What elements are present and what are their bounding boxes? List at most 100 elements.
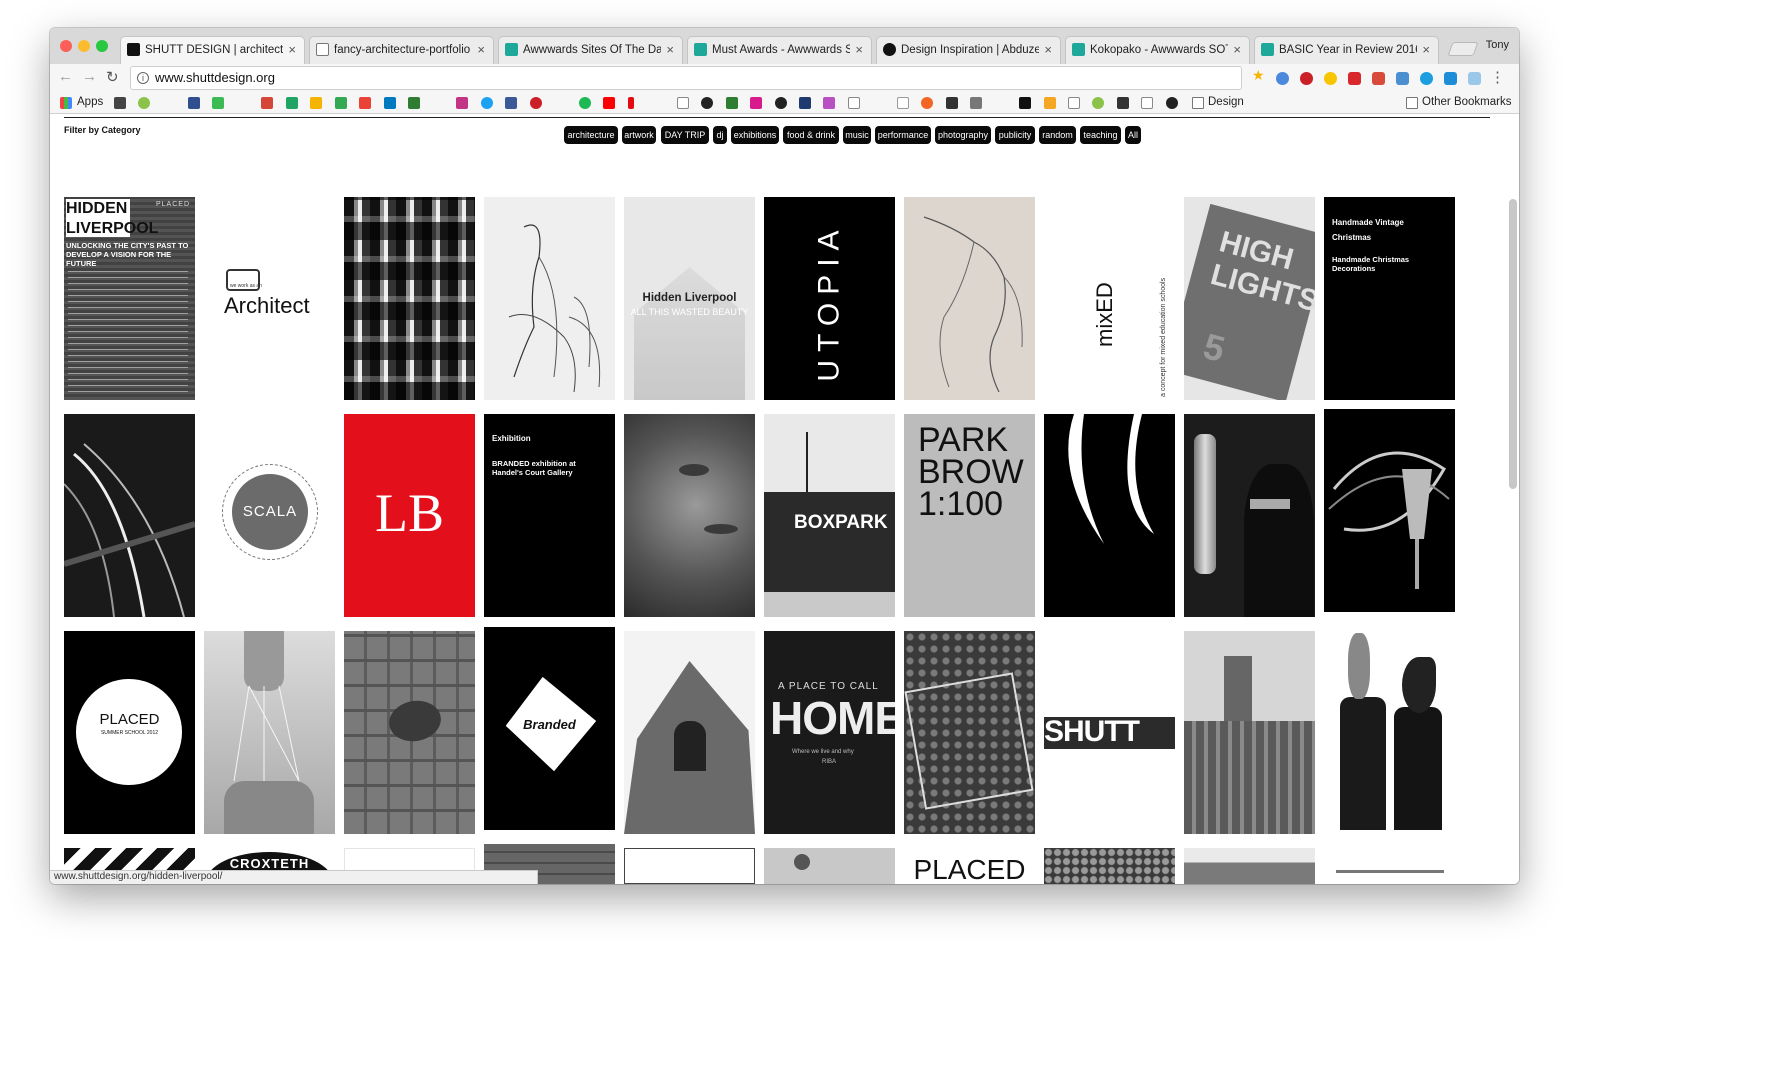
- bookmark-icon[interactable]: [799, 97, 811, 109]
- facebook-icon[interactable]: [505, 97, 517, 109]
- bookmark-icon[interactable]: [946, 97, 958, 109]
- pin-icon[interactable]: [359, 97, 371, 109]
- profile-name[interactable]: Tony: [1486, 39, 1509, 51]
- minimize-window-button[interactable]: [78, 40, 90, 52]
- category-chip-all[interactable]: All: [1125, 126, 1141, 144]
- spotify-icon[interactable]: [579, 97, 591, 109]
- browser-tab-7[interactable]: BASIC Year in Review 2016 ×: [1254, 36, 1439, 64]
- document-icon[interactable]: [677, 97, 689, 109]
- category-chip-music[interactable]: music: [843, 126, 871, 144]
- portfolio-tile-champagne[interactable]: [1324, 409, 1455, 612]
- browser-menu-icon[interactable]: ⋮: [1490, 68, 1505, 86]
- category-chip-teaching[interactable]: teaching: [1080, 126, 1121, 144]
- portfolio-tile-stone-face[interactable]: [624, 414, 755, 617]
- page-scrollbar[interactable]: [1509, 199, 1517, 489]
- portfolio-tile-masked-figure[interactable]: [1184, 414, 1315, 617]
- bookmark-icon[interactable]: [921, 97, 933, 109]
- portfolio-tile-highlights[interactable]: HIGH LIGHTS 5: [1184, 197, 1315, 400]
- portfolio-tile-park-brow[interactable]: PARK BROW 1:100: [904, 414, 1035, 617]
- portfolio-tile-christmas[interactable]: Handmade Vintage Christmas Handmade Chri…: [1324, 197, 1455, 400]
- m-ext-icon[interactable]: [1444, 72, 1457, 85]
- portfolio-tile-liver-building[interactable]: [1184, 631, 1315, 834]
- bookmark-icon[interactable]: [188, 97, 200, 109]
- close-tab-icon[interactable]: ×: [1044, 37, 1052, 63]
- document-icon[interactable]: [1141, 97, 1153, 109]
- instagram-icon[interactable]: [456, 97, 468, 109]
- portfolio-tile-building-window[interactable]: [344, 631, 475, 834]
- css-viewer-ext-icon[interactable]: [1396, 72, 1409, 85]
- category-chip-dj[interactable]: dj: [713, 126, 727, 144]
- back-arrow-icon[interactable]: ←: [58, 68, 73, 85]
- close-tab-icon[interactable]: ×: [1422, 37, 1430, 63]
- adblock-ext-icon[interactable]: [1348, 72, 1361, 85]
- google-photos-icon[interactable]: [310, 97, 322, 109]
- netflix-icon[interactable]: [628, 97, 634, 109]
- document-icon[interactable]: [848, 97, 860, 109]
- portfolio-tile-exhibition[interactable]: Exhibition BRANDED exhibition at Handel'…: [484, 414, 615, 617]
- browser-tab-5[interactable]: Design Inspiration | Abduzee ×: [876, 36, 1061, 64]
- amazon-icon[interactable]: [897, 97, 909, 109]
- portfolio-tile-light-trails[interactable]: [64, 414, 195, 617]
- portfolio-tile-placed-text[interactable]: PLACED: [904, 848, 1035, 884]
- close-tab-icon[interactable]: ×: [855, 37, 863, 63]
- download-ext-icon[interactable]: [1276, 72, 1289, 85]
- portfolio-tile-figure-drawing[interactable]: [904, 197, 1035, 400]
- bookmark-icon[interactable]: [970, 97, 982, 109]
- portfolio-tile-cafe-photo[interactable]: [764, 848, 895, 884]
- close-window-button[interactable]: [60, 40, 72, 52]
- portfolio-tile-landscape[interactable]: [1184, 848, 1315, 884]
- github-icon[interactable]: [775, 97, 787, 109]
- bookmark-icon[interactable]: [1092, 97, 1104, 109]
- portfolio-tile-old-church[interactable]: [624, 631, 755, 834]
- youtube-icon[interactable]: [603, 97, 615, 109]
- category-chip-performance[interactable]: performance: [875, 126, 931, 144]
- portfolio-tile-gravel[interactable]: [1044, 848, 1175, 884]
- bookmark-icon[interactable]: [138, 97, 150, 109]
- apps-grid-icon[interactable]: [60, 97, 72, 109]
- portfolio-tile-curves[interactable]: [1044, 414, 1175, 617]
- trello-icon[interactable]: [384, 97, 396, 109]
- portfolio-tile-sketch-figure[interactable]: [484, 197, 615, 400]
- github-icon[interactable]: [701, 97, 713, 109]
- close-tab-icon[interactable]: ×: [1233, 37, 1241, 63]
- pinterest-icon[interactable]: [530, 97, 542, 109]
- browser-tab-4[interactable]: Must Awards - Awwwards SO ×: [687, 36, 872, 64]
- bookmark-icon[interactable]: [212, 97, 224, 109]
- bookmark-icon[interactable]: [1117, 97, 1129, 109]
- address-bar[interactable]: i www.shuttdesign.org: [130, 66, 1242, 90]
- maximize-window-button[interactable]: [96, 40, 108, 52]
- close-tab-icon[interactable]: ×: [477, 37, 485, 63]
- document-icon[interactable]: [1068, 97, 1080, 109]
- browser-tab-3[interactable]: Awwwards Sites Of The Day ×: [498, 36, 683, 64]
- star-bookmark-icon[interactable]: ★: [1252, 67, 1265, 83]
- cloud-ext-icon[interactable]: [1468, 72, 1481, 85]
- apps-bookmark[interactable]: Apps: [77, 96, 103, 108]
- new-tab-button[interactable]: [1447, 42, 1479, 56]
- reload-icon[interactable]: ↻: [106, 68, 119, 86]
- portfolio-tile-hidden-liverpool-poster[interactable]: HIDDEN LIVERPOOL PLACED UNLOCKING THE CI…: [64, 197, 195, 400]
- github-icon[interactable]: [1166, 97, 1178, 109]
- portfolio-tile-frame[interactable]: [1324, 848, 1455, 884]
- portfolio-tile-utopia[interactable]: UTOPIA: [764, 197, 895, 400]
- portfolio-tile-shutt[interactable]: SHUTT: [1044, 631, 1175, 834]
- portfolio-tile-mixed[interactable]: mixED a concept for mixed education scho…: [1044, 197, 1175, 400]
- bookmark-icon[interactable]: [1019, 97, 1031, 109]
- portfolio-tile-boxpark[interactable]: BOXPARK: [764, 414, 895, 617]
- bookmark-icon[interactable]: [750, 97, 762, 109]
- close-tab-icon[interactable]: ×: [288, 37, 296, 63]
- forward-arrow-icon[interactable]: →: [82, 68, 97, 85]
- twitter-icon[interactable]: [481, 97, 493, 109]
- gmail-icon[interactable]: [261, 97, 273, 109]
- category-chip-architecture[interactable]: architecture: [564, 126, 618, 144]
- category-chip-food-drink[interactable]: food & drink: [783, 126, 839, 144]
- browser-tab-1[interactable]: SHUTT DESIGN | architectur ×: [120, 36, 305, 64]
- close-tab-icon[interactable]: ×: [666, 37, 674, 63]
- browser-tab-6[interactable]: Kokopako - Awwwards SOTD ×: [1065, 36, 1250, 64]
- google-drive-icon[interactable]: [286, 97, 298, 109]
- portfolio-tile-scala[interactable]: SCALA: [204, 414, 335, 617]
- portfolio-tile-architect[interactable]: we work as an Architect: [204, 197, 335, 400]
- pinterest-ext-icon[interactable]: [1300, 72, 1313, 85]
- google-maps-icon[interactable]: [335, 97, 347, 109]
- portfolio-tile-animal-heads[interactable]: [1324, 627, 1455, 830]
- lastpass-ext-icon[interactable]: [1372, 72, 1385, 85]
